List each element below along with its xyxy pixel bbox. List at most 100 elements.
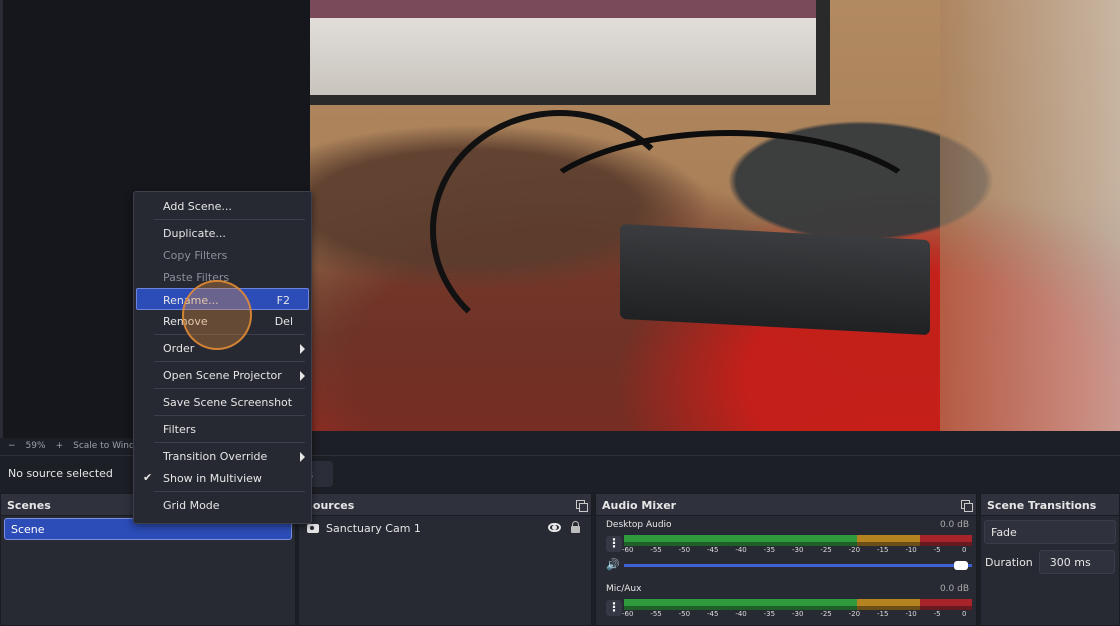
channel-name: Mic/Aux: [606, 584, 642, 594]
menu-shortcut: Del: [274, 315, 293, 328]
meter-tick-label: 0: [962, 546, 967, 554]
audio-mixer-dock: Audio Mixer Desktop Audio 0.0 dB ⋮ -60 -5…: [595, 493, 977, 626]
channel-db: 0.0 dB: [939, 584, 969, 594]
zoom-out-button[interactable]: −: [8, 441, 16, 451]
scene-transitions-dock: Scene Transitions Fade Duration 300 ms: [980, 493, 1120, 626]
audio-channel-mic: Mic/Aux 0.0 dB ⋮ -60 -55 -50 -45 -40 -35 -30 -2…: [596, 580, 976, 626]
no-source-label: No source selected: [8, 467, 113, 480]
audio-mixer-title: Audio Mixer: [602, 499, 677, 512]
background-image-region: [940, 0, 1120, 431]
meter-tick-label: -45: [707, 546, 719, 554]
menu-separator: [154, 388, 305, 389]
meter-tick-label: -60: [622, 610, 634, 618]
duration-value: 300 ms: [1049, 556, 1091, 569]
channel-menu-icon[interactable]: ⋮: [606, 536, 622, 552]
meter-tick-label: -25: [820, 610, 832, 618]
meter-tick-label: -5: [933, 546, 941, 554]
meter-tick-label: -25: [820, 546, 832, 554]
menu-item-label: Add Scene...: [163, 200, 232, 213]
lock-icon[interactable]: [571, 521, 580, 533]
channel-menu-icon[interactable]: ⋮: [606, 600, 622, 616]
menu-item-label: Open Scene Projector: [163, 369, 282, 382]
meter-tick-label: -50: [678, 546, 691, 554]
transition-select[interactable]: Fade: [984, 520, 1116, 544]
source-name: Sanctuary Cam 1: [326, 521, 421, 535]
menu-item-label: Duplicate...: [163, 227, 226, 240]
monitor-image-region: [310, 0, 830, 105]
channel-db: 0.0 dB: [939, 520, 969, 530]
menu-shortcut: F2: [276, 294, 290, 307]
menu-item-save-scene-screenshot[interactable]: Save Scene Screenshot: [134, 391, 311, 413]
zoom-value: 59%: [25, 441, 46, 451]
menu-item-label: Save Scene Screenshot: [163, 396, 293, 409]
menu-item-label: Grid Mode: [163, 499, 220, 512]
camera-icon: [307, 523, 319, 533]
meter-tick-label: -50: [678, 610, 691, 618]
menu-item-open-scene-projector[interactable]: Open Scene Projector: [134, 364, 311, 386]
channel-name: Desktop Audio: [606, 520, 672, 530]
menu-item-label: Transition Override: [163, 450, 268, 463]
volume-meter: [624, 535, 972, 542]
meter-tick-label: 0: [962, 610, 967, 618]
meter-tick-label: -15: [877, 610, 889, 618]
scene-transitions-title: Scene Transitions: [987, 499, 1097, 512]
meter-tick-label: -30: [792, 610, 804, 618]
source-list-item[interactable]: Sanctuary Cam 1: [299, 516, 591, 540]
menu-separator: [154, 361, 305, 362]
undock-icon[interactable]: [576, 500, 588, 512]
menu-item-label: Filters: [163, 423, 196, 436]
menu-separator: [154, 415, 305, 416]
submenu-arrow-icon: [300, 371, 305, 381]
zoom-in-button[interactable]: +: [56, 441, 64, 451]
preview-canvas[interactable]: [310, 0, 1120, 431]
menu-separator: [154, 219, 305, 220]
menu-item-transition-override[interactable]: Transition Override: [134, 445, 311, 467]
meter-tick-label: -45: [707, 610, 719, 618]
menu-item-label: Copy Filters: [163, 249, 228, 262]
power-adapter-image-region: [620, 223, 930, 336]
meter-tick-label: -55: [650, 546, 662, 554]
menu-item-show-in-multiview[interactable]: ✔ Show in Multiview: [134, 467, 311, 489]
transition-select-value: Fade: [991, 526, 1017, 539]
duration-input[interactable]: 300 ms: [1038, 550, 1115, 574]
duration-label: Duration: [985, 555, 1033, 569]
meter-tick-label: -40: [735, 546, 747, 554]
meter-tick-label: -10: [905, 546, 917, 554]
menu-item-grid-mode[interactable]: Grid Mode: [134, 494, 311, 516]
sources-dock-header: Sources: [299, 494, 591, 516]
audio-channel-desktop: Desktop Audio 0.0 dB ⋮ -60 -55 -50 -45 -40 -3…: [596, 516, 976, 580]
meter-ticks: -60 -55 -50 -45 -40 -35 -30 -25 -20 -15 -10 -5 0: [622, 610, 972, 620]
menu-item-add-scene[interactable]: Add Scene...: [134, 195, 311, 217]
menu-item-duplicate[interactable]: Duplicate...: [134, 222, 311, 244]
undock-icon[interactable]: [961, 500, 973, 512]
meter-tick-label: -20: [848, 610, 861, 618]
sources-dock: Sources Sanctuary Cam 1: [298, 493, 592, 626]
meter-tick-label: -30: [792, 546, 804, 554]
visibility-eye-icon[interactable]: [548, 523, 561, 532]
submenu-arrow-icon: [300, 452, 305, 462]
meter-tick-label: -55: [650, 610, 662, 618]
speaker-icon[interactable]: 🔊: [606, 558, 622, 572]
volume-meter: [624, 599, 972, 606]
submenu-arrow-icon: [300, 344, 305, 354]
meter-tick-label: -10: [905, 610, 917, 618]
meter-tick-label: -5: [933, 610, 941, 618]
meter-tick-label: -15: [877, 546, 889, 554]
duration-row: Duration 300 ms: [981, 548, 1119, 576]
click-indicator: [182, 280, 252, 350]
scene-list-item-label: Scene: [11, 523, 45, 536]
obs-window: − 59% + Scale to Wind No source selected…: [0, 0, 1120, 626]
menu-item-filters[interactable]: Filters: [134, 418, 311, 440]
volume-fader[interactable]: [624, 561, 972, 570]
scale-mode[interactable]: Scale to Wind: [73, 441, 135, 451]
menu-item-copy-filters[interactable]: Copy Filters: [134, 244, 311, 266]
scenes-dock-title: Scenes: [7, 499, 51, 512]
scene-transitions-header: Scene Transitions: [981, 494, 1119, 516]
meter-ticks: -60 -55 -50 -45 -40 -35 -30 -25 -20 -15 -10 -5 0: [622, 546, 972, 556]
sources-dock-title: Sources: [305, 499, 355, 512]
menu-separator: [154, 491, 305, 492]
menu-item-label: Order: [163, 342, 195, 355]
menu-item-label: Show in Multiview: [163, 472, 262, 485]
fader-handle[interactable]: [954, 561, 968, 570]
meter-tick-label: -20: [848, 546, 861, 554]
